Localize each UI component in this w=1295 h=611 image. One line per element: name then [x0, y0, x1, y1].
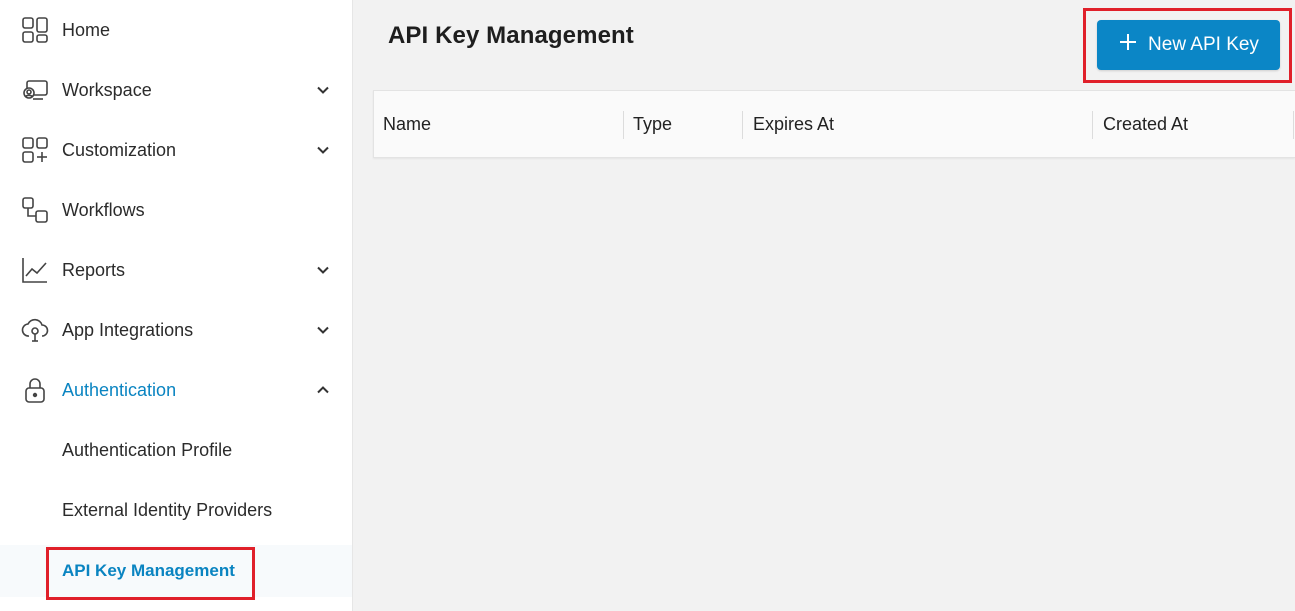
chevron-down-icon[interactable]	[314, 81, 332, 99]
reports-chart-icon	[20, 255, 50, 285]
sidebar-subitem-authentication-profile[interactable]: Authentication Profile	[0, 420, 352, 480]
column-divider[interactable]	[623, 111, 624, 139]
sidebar-item-workspace[interactable]: Workspace	[0, 60, 352, 120]
column-header-expires-at[interactable]: Expires At	[753, 91, 834, 157]
sidebar-item-home[interactable]: Home	[0, 0, 352, 60]
workflows-icon	[20, 195, 50, 225]
sidebar: Home Workspace Customization Workflows R…	[0, 0, 353, 611]
column-header-type[interactable]: Type	[633, 91, 672, 157]
sidebar-item-reports[interactable]: Reports	[0, 240, 352, 300]
sidebar-item-label: Authentication	[62, 379, 177, 400]
sidebar-subitem-label: Authentication Profile	[62, 439, 233, 460]
column-divider[interactable]	[1092, 111, 1093, 139]
page-title: API Key Management	[388, 22, 634, 49]
sidebar-item-label: Workflows	[62, 199, 145, 220]
app-integrations-icon	[20, 315, 50, 345]
sidebar-item-label: Customization	[62, 139, 177, 160]
api-keys-table: Name Type Expires At Created At	[373, 90, 1295, 158]
chevron-down-icon[interactable]	[314, 261, 332, 279]
customization-icon	[20, 135, 50, 165]
sidebar-subitem-external-identity-providers[interactable]: External Identity Providers	[0, 480, 352, 540]
sidebar-subitem-label: API Key Management	[62, 561, 235, 580]
sidebar-item-app-integrations[interactable]: App Integrations	[0, 300, 352, 360]
sidebar-item-label: Home	[62, 19, 111, 40]
workspace-icon	[20, 75, 50, 105]
chevron-down-icon[interactable]	[314, 141, 332, 159]
home-grid-icon	[20, 15, 50, 45]
new-api-key-button[interactable]: New API Key	[1097, 20, 1280, 70]
sidebar-item-workflows[interactable]: Workflows	[0, 180, 352, 240]
column-divider[interactable]	[1293, 111, 1294, 139]
column-header-name[interactable]: Name	[383, 91, 431, 157]
new-api-key-button-label: New API Key	[1148, 34, 1259, 55]
plus-icon	[1118, 32, 1138, 58]
chevron-up-icon[interactable]	[314, 381, 332, 399]
sidebar-item-label: Reports	[62, 259, 126, 280]
sidebar-subitem-label: External Identity Providers	[62, 499, 273, 520]
sidebar-subitem-api-key-management[interactable]: API Key Management	[0, 545, 352, 597]
sidebar-item-label: Workspace	[62, 79, 152, 100]
column-divider[interactable]	[742, 111, 743, 139]
sidebar-item-customization[interactable]: Customization	[0, 120, 352, 180]
column-header-created-at[interactable]: Created At	[1103, 91, 1188, 157]
chevron-down-icon[interactable]	[314, 321, 332, 339]
sidebar-item-label: App Integrations	[62, 319, 194, 340]
sidebar-item-authentication[interactable]: Authentication	[0, 360, 352, 420]
lock-icon	[20, 375, 50, 405]
